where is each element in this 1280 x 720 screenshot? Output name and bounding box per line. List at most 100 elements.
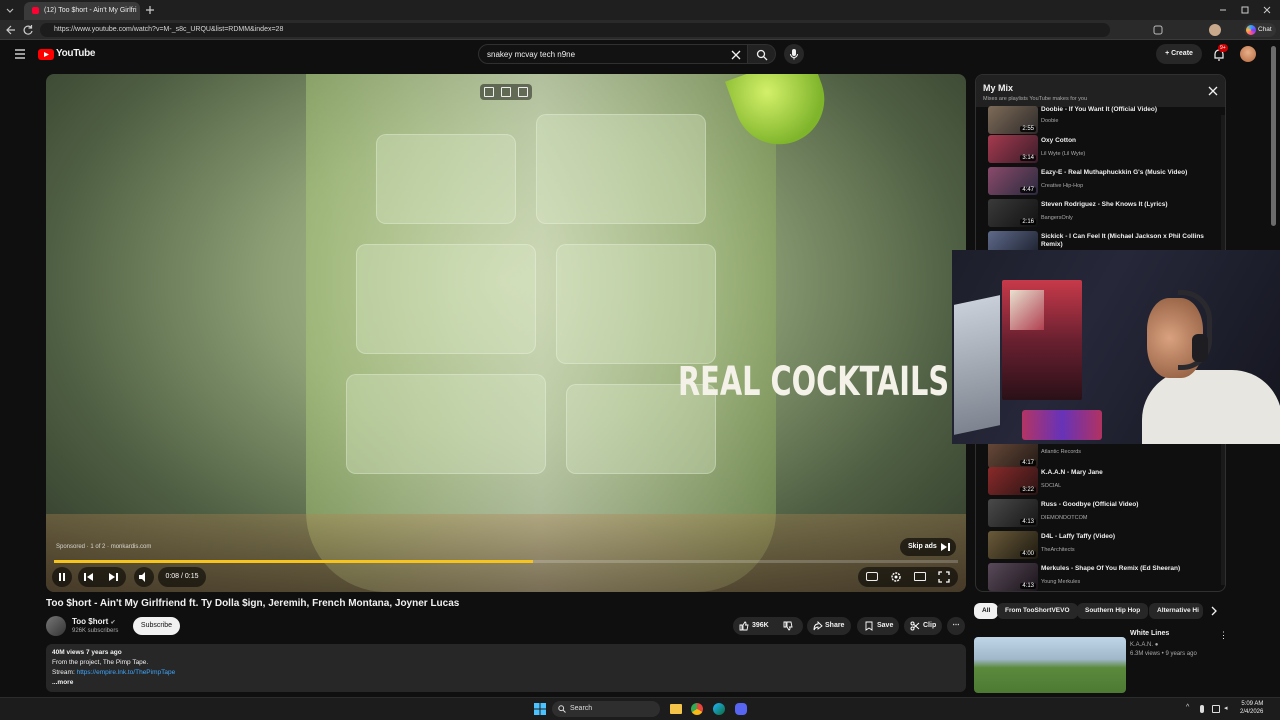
- description-box[interactable]: 40M views 7 years ago From the project, …: [46, 644, 966, 692]
- description-stream-line: Stream: https://empire.lnk.to/ThePimpTap…: [52, 668, 960, 678]
- maximize-icon[interactable]: [1240, 5, 1250, 15]
- chips-next-icon[interactable]: [1209, 606, 1219, 616]
- menu-icon[interactable]: [14, 49, 26, 59]
- windows-taskbar: Search ^ ◂ 5:09 AM 2/4/2026: [0, 697, 1280, 720]
- info-icon[interactable]: [518, 87, 528, 97]
- new-tab-icon[interactable]: [144, 4, 156, 16]
- playlist-item[interactable]: 4:00 D4L - Laffy Taffy (Video) TheArchit…: [976, 530, 1221, 562]
- more-actions-button[interactable]: ⋯: [947, 617, 965, 635]
- video-player[interactable]: REAL COCKTAILS. Sponsored · 1 of 2 · mon…: [46, 74, 966, 592]
- share-button[interactable]: Share: [807, 617, 851, 635]
- playlist-title: My Mix: [983, 83, 1014, 93]
- next-icon[interactable]: [108, 572, 118, 582]
- playlist-item[interactable]: 3:22 K.A.A.N - Mary Jane SOCIAL: [976, 466, 1221, 498]
- taskbar-clock[interactable]: 5:09 AM 2/4/2026: [1240, 700, 1263, 716]
- video-thumbnail: 2:16: [988, 199, 1038, 227]
- discord-icon[interactable]: [735, 703, 747, 715]
- taskbar-search[interactable]: Search: [552, 701, 660, 717]
- chip-southern-hip-hop[interactable]: Southern Hip Hop: [1077, 603, 1149, 619]
- video-duration: 3:22: [1020, 487, 1036, 493]
- chip-from-channel[interactable]: From TooShortVEVO: [997, 603, 1078, 619]
- windows-start-icon[interactable]: [534, 703, 546, 715]
- clock-time: 5:09 AM: [1241, 701, 1264, 707]
- recommended-more-icon[interactable]: ⋮: [1219, 630, 1228, 641]
- network-icon[interactable]: [1212, 705, 1220, 713]
- chat-label: Chat: [1258, 26, 1272, 33]
- recommended-thumbnail[interactable]: [974, 637, 1126, 693]
- file-explorer-icon[interactable]: [670, 704, 682, 714]
- captions-icon[interactable]: [866, 572, 878, 581]
- playlist-item-title: Steven Rodriguez - She Knows It (Lyrics): [1041, 201, 1168, 208]
- minimize-icon[interactable]: [1218, 5, 1228, 15]
- subscribe-button[interactable]: Subscribe: [133, 617, 180, 635]
- url-field[interactable]: https://www.youtube.com/watch?v=M-_s8c_U…: [40, 23, 1110, 37]
- playlist-item[interactable]: 3:14 Oxy Cotton Lil Wyte (Lil Wyte): [976, 134, 1221, 166]
- stream-link[interactable]: https://empire.lnk.to/ThePimpTape: [77, 669, 176, 676]
- ad-progress-bar[interactable]: [54, 560, 958, 563]
- voice-search-button[interactable]: [784, 44, 804, 64]
- channel-name[interactable]: Too $hort ✔: [72, 617, 116, 626]
- theater-mode-icon[interactable]: [914, 572, 926, 581]
- play-pause-button[interactable]: [52, 567, 72, 587]
- clear-search-icon[interactable]: [731, 50, 741, 60]
- tab-list-icon[interactable]: [5, 5, 15, 15]
- volume-button[interactable]: [134, 567, 154, 587]
- close-playlist-icon[interactable]: [1208, 86, 1218, 96]
- tray-chevron-icon[interactable]: ^: [1186, 704, 1189, 711]
- close-window-icon[interactable]: [1262, 5, 1272, 15]
- dislike-button[interactable]: [783, 621, 793, 631]
- microphone-icon: [789, 48, 799, 60]
- video-thumbnail: 4:13: [988, 563, 1038, 591]
- recommended-title[interactable]: White Lines: [1130, 630, 1169, 637]
- account-avatar[interactable]: [1240, 46, 1256, 62]
- playlist-item-channel: BangersOnly: [1041, 215, 1073, 221]
- channel-avatar[interactable]: [46, 616, 66, 636]
- video-top-controls: [480, 84, 532, 100]
- browser-tab-bar: (12) Too $hort - Ain't My Girlfri: [0, 0, 1280, 20]
- volume-icon: [139, 572, 145, 582]
- refresh-icon[interactable]: [22, 24, 34, 36]
- recommended-channel[interactable]: K.A.A.N. ●: [1130, 642, 1158, 648]
- webcam-overlay: [952, 250, 1280, 444]
- monitor-center-screen: [1010, 290, 1044, 330]
- profile-avatar[interactable]: [1209, 24, 1221, 36]
- video-thumbnail: 3:22: [988, 467, 1038, 495]
- miniplayer-icon[interactable]: [484, 87, 494, 97]
- create-label: Create: [1171, 50, 1193, 57]
- chip-all[interactable]: All: [974, 603, 999, 619]
- copilot-chat-button[interactable]: Chat: [1244, 23, 1276, 37]
- playlist-item[interactable]: 4:47 Eazy-E - Real Muthaphuckkin G's (Mu…: [976, 166, 1221, 198]
- sponsored-label[interactable]: Sponsored · 1 of 2 · monkardis.com: [56, 544, 151, 550]
- edge-icon[interactable]: [713, 703, 725, 715]
- search-button[interactable]: [748, 44, 776, 64]
- playlist-item[interactable]: 4:13 Merkules - Shape Of You Remix (Ed S…: [976, 562, 1221, 591]
- settings-gear-icon[interactable]: [890, 571, 902, 583]
- chip-alternative[interactable]: Alternative Hi: [1149, 603, 1203, 619]
- microphone-icon[interactable]: [1200, 705, 1204, 713]
- fullscreen-icon[interactable]: [938, 571, 950, 583]
- notifications-button[interactable]: 9+: [1212, 44, 1228, 62]
- subscriber-count: 926K subscribers: [72, 628, 119, 634]
- browser-tab[interactable]: (12) Too $hort - Ain't My Girlfri: [24, 2, 140, 20]
- playlist-item[interactable]: 4:13 Russ - Goodbye (Official Video) DIE…: [976, 498, 1221, 530]
- create-button[interactable]: + Create: [1156, 44, 1202, 64]
- playlist-item[interactable]: 2:16 Steven Rodriguez - She Knows It (Ly…: [976, 198, 1221, 230]
- previous-icon[interactable]: [84, 572, 94, 582]
- clip-button[interactable]: Clip: [904, 617, 942, 635]
- chrome-icon[interactable]: [691, 703, 703, 715]
- playlist-item[interactable]: 2:55 Doobie - If You Want It (Official V…: [976, 105, 1221, 137]
- skip-ads-button[interactable]: Skip ads: [900, 538, 956, 556]
- browser-address-bar: https://www.youtube.com/watch?v=M-_s8c_U…: [0, 20, 1280, 40]
- search-input[interactable]: snakey mcvay tech n9ne: [478, 44, 748, 64]
- like-button[interactable]: 396K: [739, 617, 777, 635]
- thumbs-up-icon: [739, 621, 749, 631]
- url-text: https://www.youtube.com/watch?v=M-_s8c_U…: [54, 26, 284, 33]
- cast-icon[interactable]: [501, 87, 511, 97]
- page-scrollbar[interactable]: [1271, 46, 1276, 226]
- save-button[interactable]: Save: [857, 617, 899, 635]
- back-icon[interactable]: [4, 24, 16, 36]
- show-more-link[interactable]: ...more: [52, 678, 960, 688]
- extensions-icon[interactable]: [1152, 24, 1164, 36]
- playlist-item-channel: Doobie: [1041, 118, 1059, 124]
- volume-icon[interactable]: ◂: [1224, 704, 1228, 712]
